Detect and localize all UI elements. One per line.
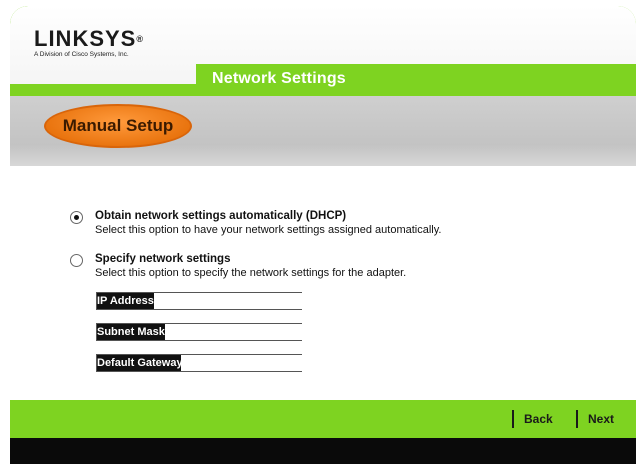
nav-divider xyxy=(576,410,578,428)
specify-option-description: Select this option to specify the networ… xyxy=(95,267,407,279)
subnet-mask-label: Subnet Mask xyxy=(97,324,165,340)
subnet-mask-field: Subnet Mask xyxy=(96,323,313,341)
navigation-bar: Back Next xyxy=(10,400,636,438)
default-gateway-input[interactable] xyxy=(181,355,329,371)
default-gateway-label: Default Gateway xyxy=(97,355,183,371)
ip-address-label: IP Address xyxy=(97,293,154,309)
section-badge: Manual Setup xyxy=(44,104,192,148)
default-gateway-field: Default Gateway xyxy=(96,354,329,372)
subnet-mask-input[interactable] xyxy=(164,324,313,340)
footer-band xyxy=(10,438,636,464)
wizard-window: LINKSYS® A Division of Cisco Systems, In… xyxy=(10,6,636,464)
main-content: Obtain network settings automatically (D… xyxy=(10,166,636,400)
linksys-logo: LINKSYS® A Division of Cisco Systems, In… xyxy=(34,28,194,68)
logo-text: LINKSYS® xyxy=(34,26,144,51)
nav-divider xyxy=(512,410,514,428)
section-label: Manual Setup xyxy=(62,116,174,135)
specify-option-title: Specify network settings xyxy=(95,253,231,265)
ip-address-field: IP Address xyxy=(96,292,302,310)
dhcp-radio[interactable] xyxy=(70,211,83,224)
ip-address-input[interactable] xyxy=(153,293,302,309)
dhcp-option-description: Select this option to have your network … xyxy=(95,224,442,236)
back-button[interactable]: Back xyxy=(524,412,553,426)
logo-subtitle: A Division of Cisco Systems, Inc. xyxy=(34,51,129,58)
specify-radio[interactable] xyxy=(70,254,83,267)
dhcp-option-title: Obtain network settings automatically (D… xyxy=(95,210,347,222)
next-button[interactable]: Next xyxy=(588,412,614,426)
page-title: Network Settings xyxy=(212,70,346,87)
